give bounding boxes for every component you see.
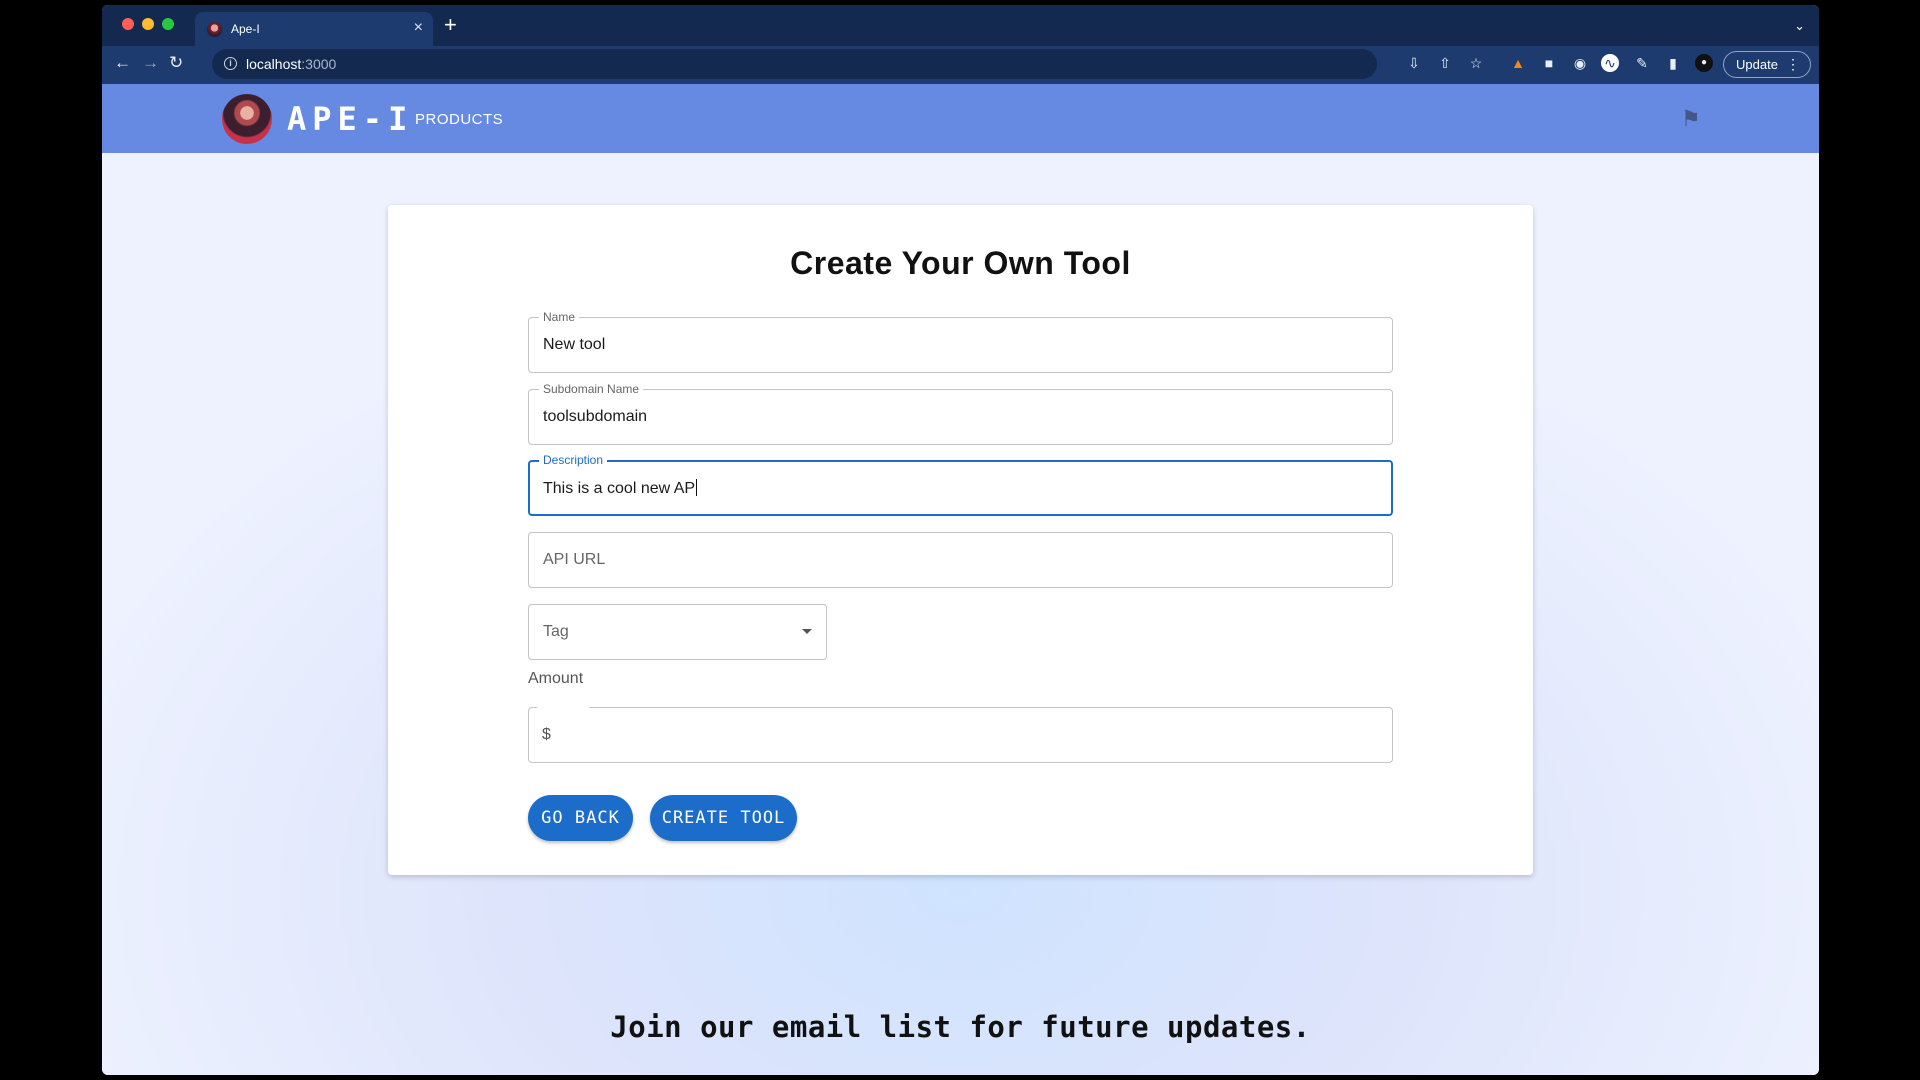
install-icon[interactable]: ⇩: [1405, 54, 1423, 72]
metamask-extension-icon[interactable]: ▲: [1509, 54, 1527, 72]
nav-products-link[interactable]: PRODUCTS: [415, 111, 503, 128]
close-window-button[interactable]: [122, 18, 134, 30]
ape-favicon-icon: [207, 22, 222, 37]
url-text: localhost:3000: [246, 56, 337, 72]
page-title: Create Your Own Tool: [790, 245, 1131, 281]
amount-label-notch: [537, 706, 589, 710]
brand-wordmark[interactable]: APE-I: [287, 100, 413, 138]
share-icon[interactable]: ⇧: [1436, 54, 1454, 72]
forward-arrow-icon[interactable]: →: [142, 53, 159, 73]
password-extension-icon[interactable]: ◉: [1571, 54, 1589, 72]
extension-badge-icon[interactable]: ■: [1540, 54, 1558, 72]
create-tool-button[interactable]: CREATE TOOL: [650, 795, 797, 841]
wavy-extension-icon[interactable]: ∿: [1601, 54, 1619, 72]
subdomain-field[interactable]: Subdomain Name toolsubdomain: [528, 382, 1393, 445]
text-caret: [696, 479, 698, 496]
app-header: APE-I PRODUCTS ⚑: [102, 84, 1819, 153]
email-list-heading: Join our email list for future updates.: [610, 1010, 1311, 1044]
back-arrow-icon[interactable]: ←: [114, 53, 131, 73]
api-url-field[interactable]: API URL: [528, 532, 1393, 588]
description-label: Description: [539, 453, 608, 467]
puzzle-extensions-icon[interactable]: ✎: [1633, 54, 1651, 72]
amount-label: Amount: [528, 670, 584, 687]
maximize-window-button[interactable]: [162, 18, 174, 30]
info-icon[interactable]: i: [224, 57, 237, 70]
gorilla-icon[interactable]: ⚑: [1681, 106, 1707, 132]
subdomain-input-value: toolsubdomain: [543, 408, 648, 425]
tab-bar: Ape-I × + ⌄: [102, 5, 1819, 46]
subdomain-label: Subdomain Name: [539, 382, 644, 396]
description-input-value: This is a cool new AP: [543, 479, 698, 497]
name-field[interactable]: Name New tool: [528, 310, 1393, 373]
dropdown-arrow-icon: [802, 629, 812, 634]
side-panel-icon[interactable]: ▮: [1664, 54, 1682, 72]
amount-field[interactable]: $: [528, 706, 1393, 763]
currency-prefix: $: [542, 726, 551, 743]
name-input-value: New tool: [543, 336, 606, 353]
tag-placeholder: Tag: [543, 623, 569, 640]
description-field[interactable]: Description This is a cool new AP: [528, 453, 1393, 516]
profile-avatar-icon[interactable]: ●: [1695, 54, 1713, 72]
close-tab-icon[interactable]: ×: [414, 19, 423, 37]
go-back-button[interactable]: GO BACK: [528, 795, 633, 841]
tab-title: Ape-I: [231, 22, 260, 36]
api-url-placeholder: API URL: [543, 551, 606, 568]
reload-icon[interactable]: ↻: [169, 53, 183, 73]
ape-logo[interactable]: [222, 94, 272, 144]
minimize-window-button[interactable]: [142, 18, 154, 30]
bookmark-star-icon[interactable]: ☆: [1467, 54, 1485, 72]
new-tab-icon[interactable]: +: [444, 14, 457, 36]
chevron-down-icon[interactable]: ⌄: [1794, 18, 1805, 34]
browser-window: Ape-I × + ⌄ ← → ↻ i localhost:3000 ⇩ ⇧ ☆…: [102, 5, 1819, 1075]
browser-tab[interactable]: Ape-I ×: [195, 12, 433, 46]
address-bar[interactable]: i localhost:3000: [212, 49, 1377, 79]
tag-select[interactable]: Tag: [528, 604, 827, 660]
name-label: Name: [539, 310, 580, 324]
create-tool-card: Create Your Own Tool Name New tool Subdo…: [388, 205, 1533, 875]
kebab-menu-icon[interactable]: ⋮: [1786, 52, 1800, 77]
update-button[interactable]: Update ⋮: [1723, 51, 1811, 78]
browser-toolbar: ← → ↻ i localhost:3000 ⇩ ⇧ ☆ ▲ ■ ◉ ∿ ✎ ▮…: [102, 46, 1819, 84]
